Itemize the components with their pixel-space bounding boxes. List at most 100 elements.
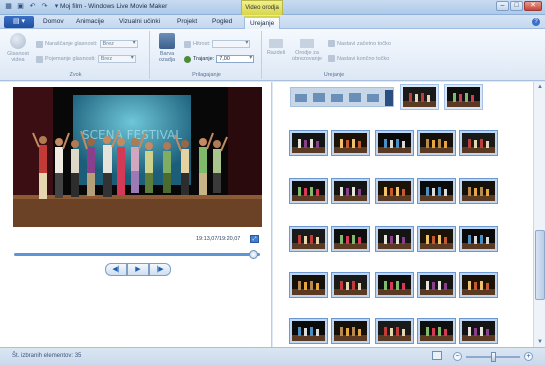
background-color-label: Barva ozadja	[158, 51, 176, 63]
storyboard-clip[interactable]	[459, 318, 498, 344]
fade-out-label: Pojemanje glasnosti:	[45, 56, 96, 62]
storyboard-clip[interactable]	[459, 226, 498, 252]
fade-out-row: Pojemanje glasnosti: Brez	[36, 55, 136, 63]
video-preview[interactable]: SCENA FESTIVAL	[13, 87, 262, 227]
previous-frame-button[interactable]: ◀|	[105, 263, 127, 276]
storyboard-clip[interactable]	[417, 178, 456, 204]
app-menu-button[interactable]: ▤ ▾	[4, 16, 34, 28]
clip-thumbnail-image	[462, 229, 495, 249]
maximize-button[interactable]: □	[510, 1, 523, 11]
video-volume-label: Glasnost videa	[7, 51, 29, 63]
scroll-down-icon[interactable]: ▼	[535, 337, 545, 347]
storyboard-clip[interactable]	[417, 226, 456, 252]
storyboard-clip[interactable]	[444, 84, 483, 110]
storyboard-clip[interactable]	[331, 272, 370, 298]
storyboard-clip[interactable]	[289, 226, 328, 252]
fullscreen-button[interactable]: ⤢	[250, 235, 259, 243]
clip-thumbnail-image	[378, 133, 411, 153]
timecode-display: 19:13,07/19:20,07	[196, 236, 241, 242]
clip-thumbnail-image	[420, 275, 453, 295]
close-button[interactable]: ✕	[524, 1, 542, 11]
minimize-button[interactable]: –	[496, 1, 509, 11]
tab-view[interactable]: Pogled	[212, 18, 232, 25]
clip-thumbnail-image	[378, 229, 411, 249]
zoom-slider-knob[interactable]	[491, 352, 496, 362]
volume-icon	[10, 33, 26, 49]
play-button[interactable]: ▶	[127, 263, 149, 276]
next-frame-button[interactable]: |▶	[149, 263, 171, 276]
storyboard-clip[interactable]	[289, 318, 328, 344]
storyboard-clip[interactable]	[375, 178, 414, 204]
storyboard-clip[interactable]	[289, 130, 328, 156]
storyboard-clip[interactable]	[459, 272, 498, 298]
selected-items-count: Št. izbranih elementov: 35	[12, 353, 82, 359]
thumbnail-size-icon[interactable]	[432, 351, 442, 360]
tab-animations[interactable]: Animacije	[76, 18, 104, 25]
fade-in-label: Naraščanje glasnosti:	[45, 41, 98, 47]
storyboard-clip[interactable]	[331, 318, 370, 344]
storyboard-clip[interactable]	[375, 226, 414, 252]
editing-group-label: Urejanje	[323, 72, 345, 78]
paint-bucket-icon	[159, 33, 175, 49]
storyboard-clip[interactable]	[417, 318, 456, 344]
scroll-thumb[interactable]	[535, 230, 545, 300]
trim-tool-button[interactable]: Orodje za obrezovanje	[290, 39, 324, 62]
title-clip-strip[interactable]	[290, 87, 394, 107]
storyboard-clip[interactable]	[459, 130, 498, 156]
undo-icon[interactable]: ↶	[28, 2, 37, 11]
storyboard-clip[interactable]	[417, 130, 456, 156]
storyboard-clip[interactable]	[400, 84, 439, 110]
app-menu-icon[interactable]: ▦	[4, 2, 13, 11]
split-icon	[269, 39, 283, 48]
storyboard-clip[interactable]	[459, 178, 498, 204]
clip-thumbnail-image	[334, 229, 367, 249]
clip-thumbnail-image	[292, 229, 325, 249]
seek-bar[interactable]	[14, 250, 260, 259]
storyboard-clip[interactable]	[289, 178, 328, 204]
storyboard-clip[interactable]	[417, 272, 456, 298]
redo-icon[interactable]: ↷	[40, 2, 49, 11]
duration-row: Trajanje: 7,00	[184, 55, 255, 63]
help-icon[interactable]: ?	[532, 18, 540, 26]
clip-thumbnail-image	[292, 133, 325, 153]
title-bar: ▦ ▣ ↶ ↷ ▾ Moj film - Windows Live Movie …	[0, 0, 545, 15]
clip-thumbnail-image	[378, 181, 411, 201]
storyboard-clip[interactable]	[331, 178, 370, 204]
contextual-tab-header: Video orodja	[241, 0, 283, 15]
background-color-button[interactable]: Barva ozadja	[153, 33, 181, 63]
tab-project[interactable]: Projekt	[177, 18, 197, 25]
clip-thumbnail-image	[420, 229, 453, 249]
split-button[interactable]: Razdeli	[264, 39, 288, 56]
zoom-out-button[interactable]: −	[453, 352, 462, 361]
clip-thumbnail-image	[462, 133, 495, 153]
storyboard-clip[interactable]	[375, 272, 414, 298]
clip-thumbnail-image	[462, 181, 495, 201]
storyboard-clip[interactable]	[331, 130, 370, 156]
speed-select[interactable]	[212, 40, 251, 48]
set-start-button[interactable]: Nastavi začetno točko	[328, 40, 391, 47]
set-start-label: Nastavi začetno točko	[337, 40, 391, 47]
zoom-in-button[interactable]: +	[524, 352, 533, 361]
scroll-up-icon[interactable]: ▲	[535, 82, 545, 92]
storyboard-clip[interactable]	[289, 272, 328, 298]
playback-controls: ◀| ▶ |▶	[105, 263, 171, 276]
duration-select[interactable]: 7,00	[216, 55, 255, 63]
clip-thumbnail-image	[378, 321, 411, 341]
tab-edit[interactable]: Urejanje	[244, 16, 281, 30]
save-icon[interactable]: ▣	[16, 2, 25, 11]
set-end-button[interactable]: Nastavi končno točko	[328, 55, 389, 62]
tab-home[interactable]: Domov	[43, 18, 64, 25]
storyboard-scrollbar[interactable]: ▲ ▼	[533, 82, 545, 347]
storyboard-clip[interactable]	[375, 318, 414, 344]
clip-thumbnail-image	[334, 181, 367, 201]
clip-thumbnail-image	[334, 133, 367, 153]
seek-thumb[interactable]	[249, 250, 258, 259]
window-controls: – □ ✕	[496, 1, 542, 11]
fade-in-select[interactable]: Brez	[99, 40, 138, 48]
storyboard-clip[interactable]	[375, 130, 414, 156]
storyboard-clip[interactable]	[331, 226, 370, 252]
tab-visual-effects[interactable]: Vizualni učinki	[119, 18, 160, 25]
fade-out-select[interactable]: Brez	[97, 55, 136, 63]
speed-label: Hitrost:	[193, 41, 211, 47]
video-volume-button[interactable]: Glasnost videa	[4, 33, 32, 63]
